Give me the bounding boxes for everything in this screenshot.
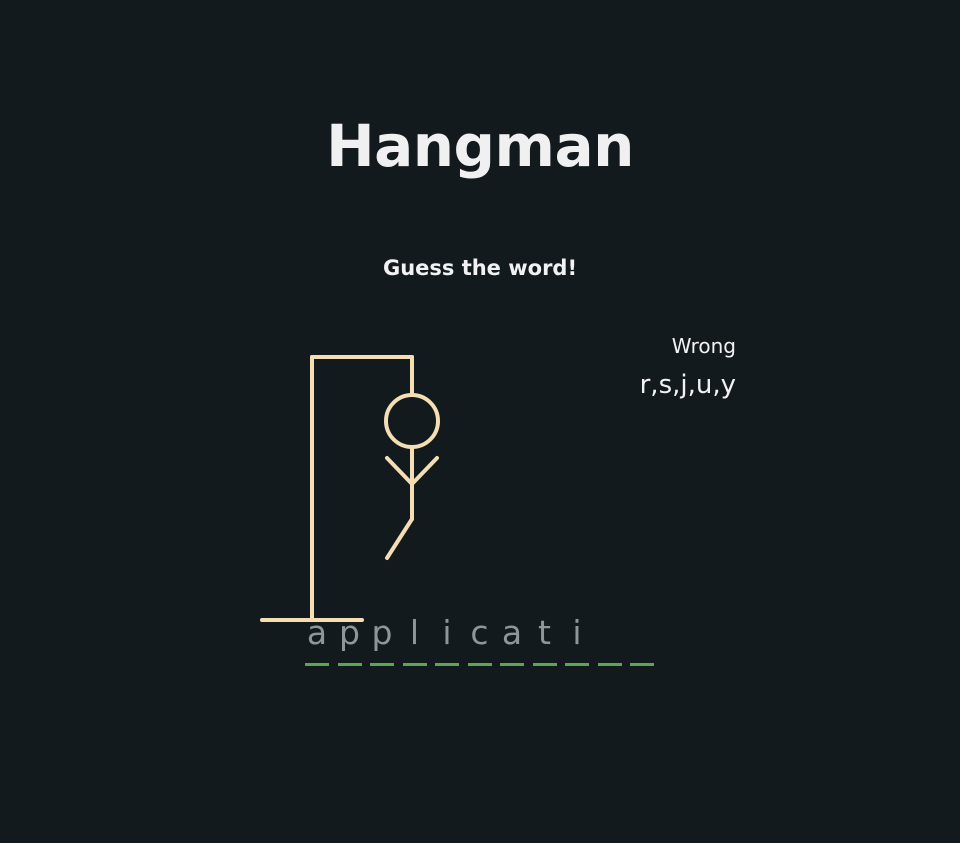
letter-underline	[370, 663, 394, 666]
wrong-letters-panel: Wrong r,s,j,u,y	[640, 334, 736, 400]
letter-underline	[630, 663, 654, 666]
hangman-left-leg	[385, 517, 414, 560]
letter: p	[371, 613, 393, 652]
letter: i	[442, 613, 452, 652]
letter-underline	[402, 663, 427, 666]
letter: a	[306, 613, 328, 652]
hangman-figure	[260, 355, 440, 622]
letter-underline	[597, 663, 622, 666]
letter-slot: l	[402, 612, 427, 666]
letter: t	[538, 613, 551, 652]
letter-underline	[435, 663, 459, 666]
letter-slot: p	[370, 612, 394, 666]
letter-slot	[630, 612, 654, 666]
letter-underline	[467, 663, 492, 666]
letter-underline	[500, 663, 524, 666]
letter: p	[339, 613, 360, 652]
letter-underline	[532, 663, 557, 666]
letter-underline	[565, 663, 589, 666]
letter-slot: t	[532, 612, 557, 666]
letter: i	[572, 613, 582, 652]
wrong-label: Wrong	[671, 334, 736, 358]
letter-slot: i	[565, 612, 589, 666]
letter: a	[501, 613, 523, 652]
letter: c	[470, 613, 489, 652]
letter-underline	[337, 663, 362, 666]
hangman-head	[384, 393, 440, 449]
wrong-letters: r,s,j,u,y	[639, 370, 736, 400]
letter: l	[409, 613, 420, 652]
letter-slot	[597, 612, 622, 666]
letter-underline	[305, 663, 329, 666]
word-display: a p p l i c a t i	[305, 612, 663, 668]
letter-slot: i	[435, 612, 459, 666]
hangman-left-arm	[385, 456, 414, 486]
letter-slot: p	[337, 612, 362, 666]
letter-slot: a	[500, 612, 524, 666]
letter-slot: c	[467, 612, 492, 666]
letter-slot: a	[305, 612, 329, 666]
hangman-right-arm	[410, 456, 439, 486]
